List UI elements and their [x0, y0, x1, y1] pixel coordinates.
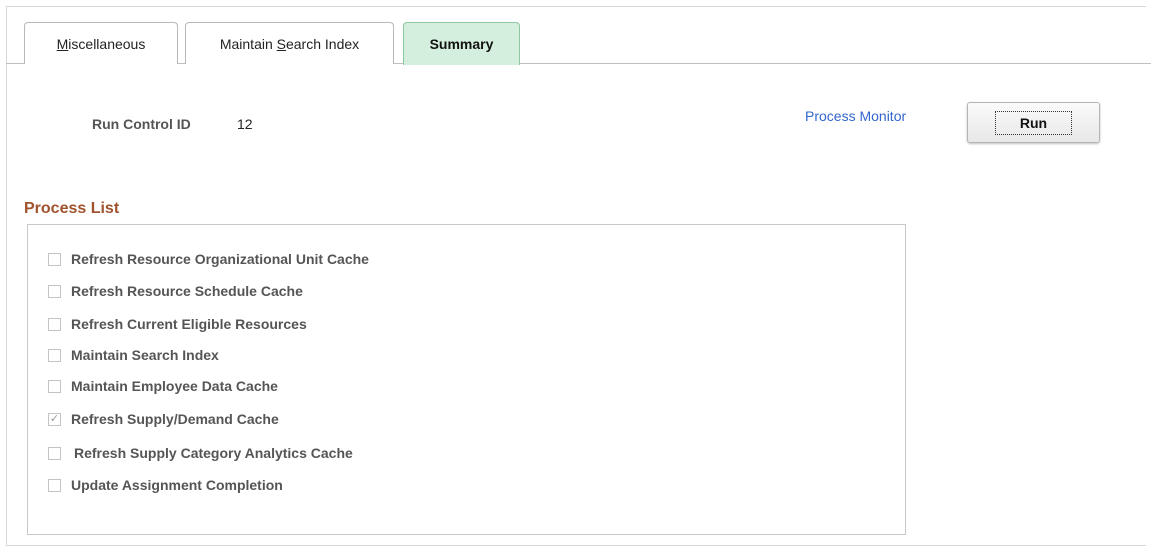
checkbox-label: Maintain Search Index	[71, 347, 219, 363]
list-item: Refresh Current Eligible Resources	[48, 314, 307, 334]
list-item: Refresh Resource Schedule Cache	[48, 281, 303, 301]
run-button[interactable]: Run	[967, 102, 1100, 143]
checkbox-refresh-eligible-resources[interactable]	[48, 317, 61, 331]
checkbox-label: Refresh Resource Schedule Cache	[71, 283, 303, 299]
tab-label: Maintain Search Index	[219, 35, 360, 52]
run-control-id-value: 12	[237, 116, 253, 132]
checkbox-maintain-search-index[interactable]	[48, 348, 61, 362]
list-item: Maintain Search Index	[48, 345, 219, 365]
list-item: Refresh Supply Category Analytics Cache	[48, 443, 353, 463]
process-list-title: Process List	[24, 200, 120, 217]
checkbox-maintain-employee-data-cache[interactable]	[48, 379, 61, 393]
list-item: Refresh Resource Organizational Unit Cac…	[48, 249, 369, 269]
checkbox-refresh-org-unit-cache[interactable]	[48, 252, 61, 266]
list-item: ✓ Refresh Supply/Demand Cache	[48, 409, 279, 429]
checkbox-label: Refresh Resource Organizational Unit Cac…	[71, 251, 369, 267]
tab-label: Summary	[429, 36, 494, 52]
checkbox-refresh-supply-demand-cache[interactable]: ✓	[48, 412, 61, 426]
list-item: Maintain Employee Data Cache	[48, 376, 278, 396]
run-button-label: Run	[994, 110, 1073, 135]
checkbox-label: Refresh Supply/Demand Cache	[71, 411, 279, 427]
checkmark-icon: ✓	[49, 412, 60, 425]
run-control-id-label: Run Control ID	[92, 116, 191, 132]
checkbox-refresh-supply-category-analytics[interactable]	[48, 446, 61, 460]
tab-maintain-search-index[interactable]: Maintain Search Index	[185, 22, 394, 64]
tab-summary[interactable]: Summary	[403, 22, 520, 65]
tab-label: Miscellaneous	[56, 35, 146, 52]
checkbox-label: Refresh Current Eligible Resources	[71, 316, 307, 332]
checkbox-refresh-schedule-cache[interactable]	[48, 284, 61, 298]
checkbox-update-assignment-completion[interactable]	[48, 478, 61, 492]
list-item: Update Assignment Completion	[48, 475, 283, 495]
checkbox-label: Refresh Supply Category Analytics Cache	[74, 445, 353, 461]
tab-miscellaneous[interactable]: Miscellaneous	[24, 22, 178, 64]
process-list-box: Refresh Resource Organizational Unit Cac…	[27, 224, 906, 535]
checkbox-label: Maintain Employee Data Cache	[71, 378, 278, 394]
process-monitor-link[interactable]: Process Monitor	[805, 108, 906, 124]
checkbox-label: Update Assignment Completion	[71, 477, 283, 493]
